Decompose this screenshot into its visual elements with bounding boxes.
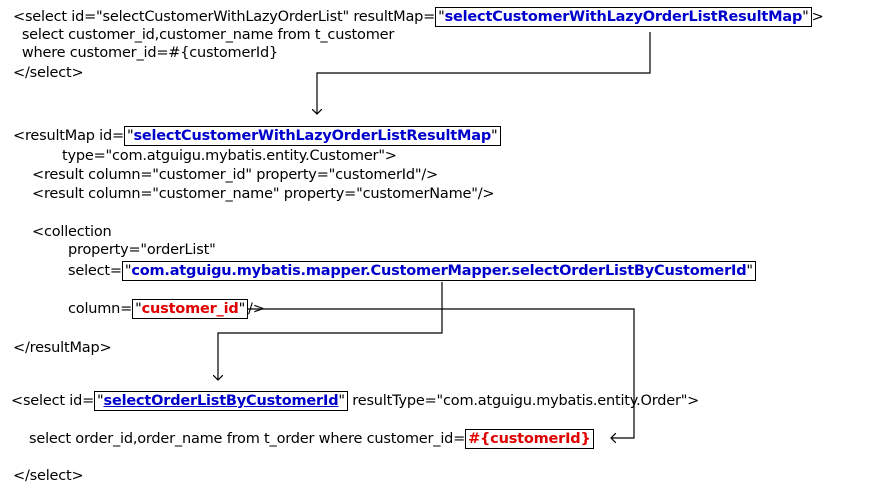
arrow-select-link	[218, 282, 443, 380]
mybatis-lazy-loading-diagram: <select id="selectCustomerWithLazyOrderL…	[0, 0, 873, 493]
arrow-column-link	[247, 308, 635, 438]
connector-arrows	[0, 32, 651, 493]
arrow-resultmap-link	[317, 32, 651, 114]
